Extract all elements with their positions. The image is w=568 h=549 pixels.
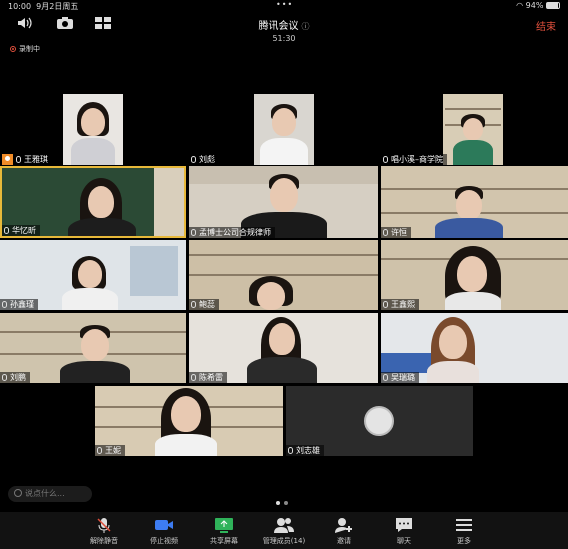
participant-tile[interactable]: 鲍蕊 (189, 240, 378, 310)
video-camera-icon (155, 520, 173, 530)
participant-name-tag: 陈希雷 (189, 372, 227, 383)
participant-name-tag: 刘鹏 (0, 372, 30, 383)
status-bar: 10:00 9月2日周五 ••• ◠ 94% (0, 0, 568, 12)
chat-input[interactable]: 说点什么... (8, 486, 92, 502)
participant-name-tag: 鲍蕊 (189, 299, 219, 310)
participant-name-tag: 孟博士公司合规律师 (189, 227, 275, 238)
participant-name-tag: 孙鑫瑾 (0, 299, 38, 310)
meeting-timer: 51:30 (272, 34, 296, 43)
participant-name-tag: 华忆昕 (2, 225, 40, 236)
mic-icon (383, 156, 388, 163)
info-icon[interactable]: ⓘ (302, 22, 310, 31)
participant-tile[interactable]: 王雅琪 (0, 94, 186, 165)
mic-icon (2, 301, 7, 308)
mic-icon (4, 227, 9, 234)
share-screen-button[interactable]: 共享屏幕 (194, 516, 254, 546)
host-badge-icon (2, 154, 13, 165)
emoji-icon[interactable] (14, 489, 22, 497)
mic-icon (2, 374, 7, 381)
page-dot[interactable] (276, 501, 280, 505)
participant-tile[interactable]: 王鑫熙 (381, 240, 568, 310)
mic-icon (191, 301, 196, 308)
more-icon (456, 519, 472, 531)
participant-name-tag: 王鑫熙 (381, 299, 419, 310)
mic-icon (288, 447, 293, 454)
multitask-dots[interactable]: ••• (276, 0, 293, 9)
avatar (364, 406, 394, 436)
participant-tile[interactable]: 王妮 (95, 386, 283, 456)
meeting-header: 腾讯会议 ⓘ 51:30 结束 (0, 12, 568, 43)
invite-icon (335, 518, 352, 533)
invite-button[interactable]: 邀请 (314, 516, 374, 546)
share-screen-icon (215, 518, 233, 533)
participant-tile[interactable]: 刘彪 (189, 94, 378, 165)
participant-name-tag: 许恒 (381, 227, 411, 238)
participant-tile[interactable]: 唱小溪–商学院 (381, 94, 568, 165)
more-button[interactable]: 更多 (434, 516, 494, 546)
chat-icon (396, 518, 412, 532)
members-icon (274, 518, 294, 533)
participant-tile[interactable]: 吴瑞璐 (381, 313, 568, 383)
participant-tile[interactable]: 华忆昕 (0, 166, 186, 238)
recording-icon (10, 46, 16, 52)
participant-tile[interactable]: 许恒 (381, 166, 568, 238)
page-indicator[interactable] (274, 490, 290, 509)
stop-video-button[interactable]: 停止视频 (134, 516, 194, 546)
participant-name-tag: 王妮 (95, 445, 125, 456)
battery-icon (546, 2, 560, 9)
recording-indicator[interactable]: 录制中 (10, 44, 40, 54)
mic-icon (191, 156, 196, 163)
chat-button[interactable]: 聊天 (374, 516, 434, 546)
page-dot[interactable] (284, 501, 288, 505)
participant-name-tag: 王雅琪 (0, 154, 52, 165)
participant-tile[interactable]: 刘志雄 (286, 386, 473, 456)
participant-tile[interactable]: 刘鹏 (0, 313, 186, 383)
status-right: ◠ 94% (516, 1, 560, 10)
mic-icon (383, 229, 388, 236)
meeting-title[interactable]: 腾讯会议 (259, 21, 299, 32)
end-meeting-button[interactable]: 结束 (536, 18, 556, 33)
mic-icon (383, 301, 388, 308)
battery-percent: 94% (525, 1, 544, 10)
mic-icon (191, 229, 196, 236)
mic-icon (16, 156, 21, 163)
wifi-icon: ◠ (516, 1, 524, 10)
status-time: 10:00 9月2日周五 (8, 2, 79, 11)
participant-name-tag: 刘彪 (189, 154, 219, 165)
participant-name-tag: 唱小溪–商学院 (381, 154, 447, 165)
mic-muted-icon (97, 518, 111, 533)
participant-name-tag: 吴瑞璐 (381, 372, 419, 383)
participant-tile[interactable]: 孙鑫瑾 (0, 240, 186, 310)
mic-icon (383, 374, 388, 381)
meeting-toolbar: 解除静音 停止视频 共享屏幕 管理成员(14) 邀请 聊天 更多 (0, 512, 568, 549)
participant-tile[interactable]: 陈希雷 (189, 313, 378, 383)
participant-tile[interactable]: 孟博士公司合规律师 (189, 166, 378, 238)
mic-icon (97, 447, 102, 454)
participant-name-tag: 刘志雄 (286, 445, 324, 456)
mic-icon (191, 374, 196, 381)
unmute-button[interactable]: 解除静音 (74, 516, 134, 546)
manage-members-button[interactable]: 管理成员(14) (254, 516, 314, 546)
